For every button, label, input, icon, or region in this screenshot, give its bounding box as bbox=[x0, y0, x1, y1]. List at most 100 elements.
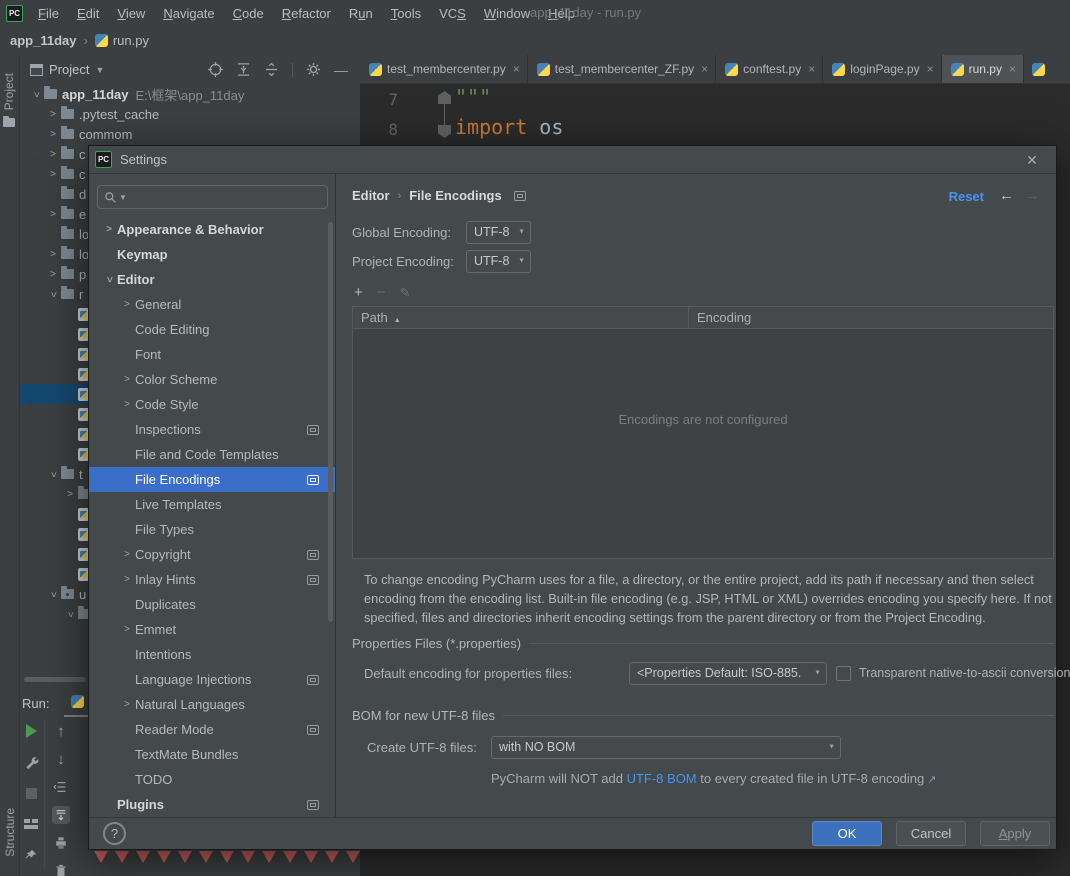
chevron-icon[interactable]: > bbox=[104, 272, 115, 288]
failed-test-icon[interactable] bbox=[262, 851, 276, 863]
pin-icon[interactable] bbox=[22, 846, 40, 864]
chevron-icon[interactable]: > bbox=[45, 109, 61, 120]
chevron-icon[interactable]: > bbox=[48, 466, 59, 482]
transparent-ascii-checkbox[interactable] bbox=[836, 666, 851, 681]
tab-run.py[interactable]: run.py× bbox=[942, 55, 1024, 83]
search-filter-caret-icon[interactable]: ▼ bbox=[119, 193, 127, 202]
failed-test-icon[interactable] bbox=[325, 851, 339, 863]
expand-all-icon[interactable] bbox=[236, 62, 251, 77]
back-arrow-icon[interactable]: ← bbox=[999, 187, 1014, 204]
settings-item-natural-languages[interactable]: >Natural Languages bbox=[89, 692, 335, 717]
settings-search-input[interactable]: ▼ bbox=[97, 185, 328, 209]
settings-item-font[interactable]: Font bbox=[89, 342, 335, 367]
add-icon[interactable]: + bbox=[354, 284, 363, 301]
project-tree-item-.pytest_cache[interactable]: >.pytest_cache bbox=[20, 104, 360, 124]
restore-layout-icon[interactable] bbox=[52, 778, 70, 796]
chevron-icon[interactable]: > bbox=[45, 129, 61, 140]
menu-run[interactable]: Run bbox=[340, 6, 382, 21]
print-icon[interactable] bbox=[52, 834, 70, 852]
chevron-icon[interactable]: > bbox=[31, 86, 42, 102]
menu-file[interactable]: File bbox=[29, 6, 68, 21]
chevron-icon[interactable]: > bbox=[45, 269, 61, 280]
settings-item-duplicates[interactable]: Duplicates bbox=[89, 592, 335, 617]
settings-item-inlay-hints[interactable]: >Inlay Hints bbox=[89, 567, 335, 592]
stripe-structure-button[interactable]: Structure bbox=[3, 808, 17, 862]
close-tab-icon[interactable]: × bbox=[701, 62, 708, 76]
chevron-icon[interactable]: > bbox=[119, 624, 135, 635]
menu-navigate[interactable]: Navigate bbox=[154, 6, 223, 21]
tab-test_membercenter.py[interactable]: test_membercenter.py× bbox=[360, 55, 528, 83]
project-tree-item-app_11day[interactable]: >app_11dayE:\框架\app_11day bbox=[20, 84, 360, 104]
test-settings-icon[interactable] bbox=[22, 753, 40, 771]
failed-test-icon[interactable] bbox=[157, 851, 171, 863]
utf8-bom-link[interactable]: UTF-8 BOM bbox=[627, 771, 697, 786]
settings-item-code-style[interactable]: >Code Style bbox=[89, 392, 335, 417]
apply-button[interactable]: Apply bbox=[980, 821, 1050, 846]
close-tab-icon[interactable]: × bbox=[927, 62, 934, 76]
close-tab-icon[interactable]: × bbox=[1009, 62, 1016, 76]
tab-test_membercenter_ZF.py[interactable]: test_membercenter_ZF.py× bbox=[528, 55, 716, 83]
chevron-icon[interactable]: > bbox=[65, 606, 76, 622]
locate-file-icon[interactable] bbox=[208, 62, 223, 77]
settings-item-code-editing[interactable]: Code Editing bbox=[89, 317, 335, 342]
settings-item-file-types[interactable]: File Types bbox=[89, 517, 335, 542]
settings-item-inspections[interactable]: Inspections bbox=[89, 417, 335, 442]
chevron-down-icon[interactable]: ▼ bbox=[95, 65, 104, 75]
settings-item-editor[interactable]: >Editor bbox=[89, 267, 335, 292]
settings-item-todo[interactable]: TODO bbox=[89, 767, 335, 792]
breadcrumb-file[interactable]: run.py bbox=[113, 33, 149, 48]
breadcrumb-project[interactable]: app_11day bbox=[10, 33, 77, 48]
failed-test-icon[interactable] bbox=[283, 851, 297, 863]
settings-item-keymap[interactable]: Keymap bbox=[89, 242, 335, 267]
ok-button[interactable]: OK bbox=[812, 821, 882, 846]
settings-item-live-templates[interactable]: Live Templates bbox=[89, 492, 335, 517]
menu-vcs[interactable]: VCS bbox=[430, 6, 475, 21]
properties-default-select[interactable]: <Properties Default: ISO-885. bbox=[629, 662, 827, 685]
cancel-button[interactable]: Cancel bbox=[896, 821, 966, 846]
settings-item-appearance-behavior[interactable]: >Appearance & Behavior bbox=[89, 217, 335, 242]
rerun-button[interactable] bbox=[22, 722, 40, 740]
failed-test-icon[interactable] bbox=[220, 851, 234, 863]
test-layout-icon[interactable] bbox=[22, 815, 40, 833]
menu-edit[interactable]: Edit bbox=[68, 6, 108, 21]
gear-icon[interactable] bbox=[306, 62, 321, 77]
failed-test-icon[interactable] bbox=[241, 851, 255, 863]
chevron-icon[interactable]: > bbox=[119, 699, 135, 710]
chevron-icon[interactable]: > bbox=[101, 224, 117, 235]
chevron-icon[interactable]: > bbox=[48, 586, 59, 602]
failed-test-icon[interactable] bbox=[346, 851, 360, 863]
chevron-icon[interactable]: > bbox=[45, 169, 61, 180]
close-tab-icon[interactable]: × bbox=[513, 62, 520, 76]
menu-view[interactable]: View bbox=[108, 6, 154, 21]
settings-item-copyright[interactable]: >Copyright bbox=[89, 542, 335, 567]
encodings-table[interactable]: Path Encoding Encodings are not configur… bbox=[352, 306, 1054, 559]
chevron-icon[interactable]: > bbox=[62, 489, 78, 500]
project-panel-title[interactable]: Project bbox=[49, 62, 89, 77]
menu-refactor[interactable]: Refactor bbox=[273, 6, 340, 21]
down-stack-trace-icon[interactable]: ↓ bbox=[52, 750, 70, 768]
project-tree-item-commom[interactable]: >commom bbox=[20, 124, 360, 144]
stripe-project-button[interactable]: Project bbox=[2, 73, 16, 127]
chevron-icon[interactable]: > bbox=[48, 286, 59, 302]
scroll-to-end-icon[interactable] bbox=[52, 806, 70, 824]
horizontal-scrollbar[interactable] bbox=[24, 677, 86, 682]
failed-test-icon[interactable] bbox=[94, 851, 108, 863]
chevron-icon[interactable]: > bbox=[119, 374, 135, 385]
code-fold-marker-icon[interactable] bbox=[438, 125, 451, 138]
settings-item-color-scheme[interactable]: >Color Scheme bbox=[89, 367, 335, 392]
create-utf8-select[interactable]: with NO BOM bbox=[491, 736, 841, 759]
collapse-all-icon[interactable] bbox=[264, 62, 279, 77]
up-stack-trace-icon[interactable]: ↑ bbox=[52, 722, 70, 740]
settings-item-plugins[interactable]: Plugins bbox=[89, 792, 335, 817]
menu-code[interactable]: Code bbox=[224, 6, 273, 21]
clear-trash-icon[interactable] bbox=[52, 862, 70, 876]
chevron-icon[interactable]: > bbox=[45, 149, 61, 160]
failed-test-icon[interactable] bbox=[304, 851, 318, 863]
chevron-icon[interactable]: > bbox=[45, 249, 61, 260]
settings-item-intentions[interactable]: Intentions bbox=[89, 642, 335, 667]
chevron-icon[interactable]: > bbox=[119, 549, 135, 560]
column-encoding[interactable]: Encoding bbox=[689, 310, 751, 325]
chevron-icon[interactable]: > bbox=[119, 399, 135, 410]
chevron-icon[interactable]: > bbox=[119, 574, 135, 585]
chevron-icon[interactable]: > bbox=[119, 299, 135, 310]
